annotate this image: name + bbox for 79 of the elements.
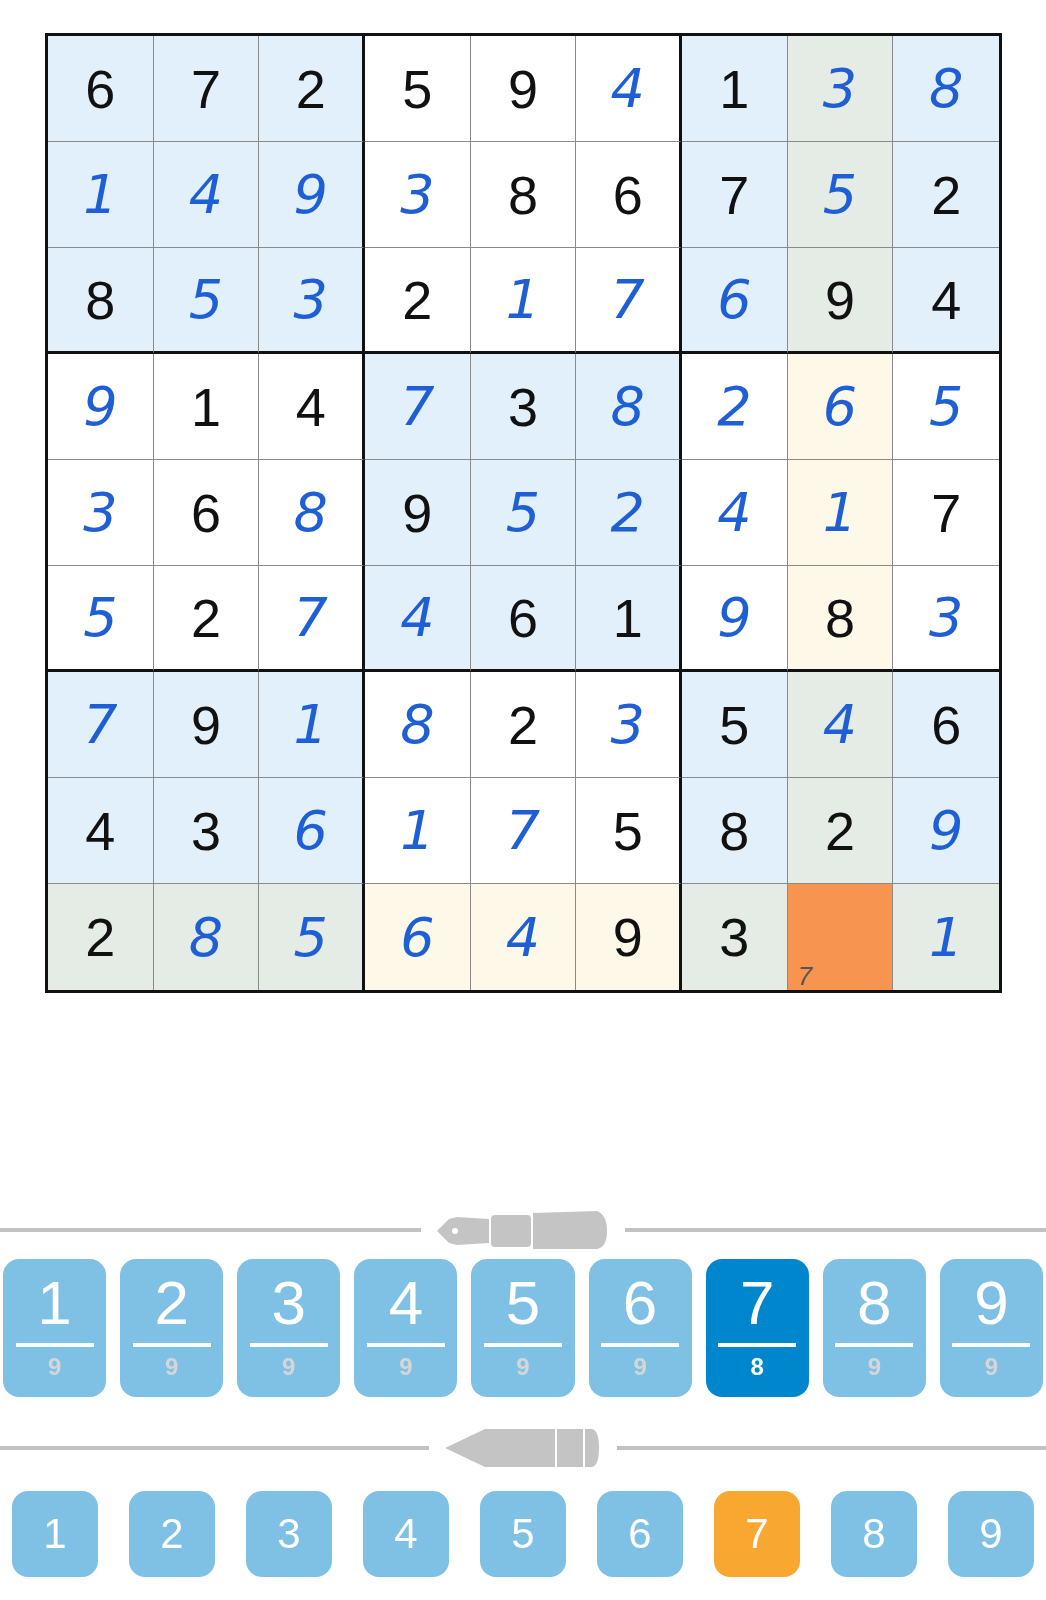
sudoku-cell[interactable]: 1 — [365, 778, 471, 884]
sudoku-cell[interactable]: 5 — [48, 566, 154, 672]
sudoku-cell[interactable]: 6 — [893, 672, 999, 778]
sudoku-cell[interactable]: 2 — [470, 672, 577, 778]
sudoku-cell[interactable]: 6 — [365, 884, 471, 990]
sudoku-cell[interactable]: 5 — [365, 36, 471, 142]
sudoku-cell[interactable]: 4 — [153, 142, 260, 248]
sudoku-cell[interactable]: 5 — [259, 884, 365, 990]
sudoku-cell[interactable]: 7 — [576, 248, 682, 354]
sudoku-cell[interactable]: 8 — [893, 36, 999, 142]
sudoku-cell[interactable]: 3 — [470, 354, 577, 460]
sudoku-cell[interactable]: 9 — [787, 248, 894, 354]
sudoku-cell[interactable]: 8 — [682, 778, 788, 884]
sudoku-cell[interactable]: 9 — [48, 354, 154, 460]
sudoku-cell[interactable]: 2 — [787, 778, 894, 884]
sudoku-cell[interactable]: 4 — [365, 566, 471, 672]
sudoku-cell[interactable]: 5 — [787, 142, 894, 248]
sudoku-cell[interactable]: 4 — [48, 778, 154, 884]
sudoku-cell[interactable]: 6 — [787, 354, 894, 460]
sudoku-cell[interactable]: 7 — [787, 884, 894, 990]
sudoku-cell[interactable]: 9 — [682, 566, 788, 672]
sudoku-cell[interactable]: 7 — [259, 566, 365, 672]
sudoku-cell[interactable]: 6 — [682, 248, 788, 354]
sudoku-cell[interactable]: 4 — [576, 36, 682, 142]
sudoku-cell[interactable]: 9 — [365, 460, 471, 566]
sudoku-cell[interactable]: 3 — [153, 778, 260, 884]
sudoku-cell[interactable]: 7 — [470, 778, 577, 884]
sudoku-cell[interactable]: 3 — [259, 248, 365, 354]
sudoku-cell[interactable]: 9 — [470, 36, 577, 142]
sudoku-cell[interactable]: 2 — [153, 566, 260, 672]
sudoku-cell[interactable]: 2 — [365, 248, 471, 354]
sudoku-cell[interactable]: 5 — [153, 248, 260, 354]
sudoku-cell[interactable]: 1 — [576, 566, 682, 672]
sudoku-cell[interactable]: 1 — [470, 248, 577, 354]
sudoku-cell[interactable]: 3 — [365, 142, 471, 248]
sudoku-cell[interactable]: 6 — [259, 778, 365, 884]
sudoku-cell[interactable]: 7 — [153, 36, 260, 142]
sudoku-cell[interactable]: 1 — [787, 460, 894, 566]
sudoku-cell[interactable]: 4 — [682, 460, 788, 566]
sudoku-cell[interactable]: 3 — [576, 672, 682, 778]
sudoku-cell[interactable]: 6 — [470, 566, 577, 672]
sudoku-cell[interactable]: 3 — [787, 36, 894, 142]
sudoku-cell[interactable]: 8 — [153, 884, 260, 990]
sudoku-cell[interactable]: 2 — [682, 354, 788, 460]
sudoku-cell[interactable]: 4 — [259, 354, 365, 460]
sudoku-cell[interactable]: 1 — [153, 354, 260, 460]
sudoku-cell[interactable]: 2 — [259, 36, 365, 142]
sudoku-cell[interactable]: 8 — [787, 566, 894, 672]
sudoku-cell[interactable]: 2 — [576, 460, 682, 566]
sudoku-cell[interactable]: 1 — [893, 884, 999, 990]
sudoku-cell[interactable]: 2 — [48, 884, 154, 990]
sudoku-cell[interactable]: 8 — [470, 142, 577, 248]
digit-button[interactable]: 7 8 — [705, 1259, 809, 1397]
sudoku-cell[interactable]: 3 — [682, 884, 788, 990]
sudoku-cell[interactable]: 1 — [682, 36, 788, 142]
sudoku-cell[interactable]: 8 — [576, 354, 682, 460]
sudoku-cell[interactable]: 7 — [48, 672, 154, 778]
sudoku-cell[interactable]: 4 — [893, 248, 999, 354]
sudoku-cell[interactable]: 8 — [365, 672, 471, 778]
sudoku-cell[interactable]: 1 — [48, 142, 154, 248]
sudoku-cell[interactable]: 4 — [787, 672, 894, 778]
sudoku-cell[interactable]: 8 — [48, 248, 154, 354]
sudoku-cell[interactable]: 9 — [576, 884, 682, 990]
sudoku-cell[interactable]: 1 — [259, 672, 365, 778]
sudoku-cell[interactable]: 5 — [682, 672, 788, 778]
sudoku-cell[interactable]: 9 — [259, 142, 365, 248]
sudoku-cell[interactable]: 7 — [365, 354, 471, 460]
sudoku-cell[interactable]: 5 — [576, 778, 682, 884]
sudoku-cell[interactable]: 6 — [153, 460, 260, 566]
sudoku-cell[interactable]: 7 — [682, 142, 788, 248]
sudoku-cell[interactable]: 6 — [576, 142, 682, 248]
sudoku-cell[interactable]: 8 — [259, 460, 365, 566]
sudoku-cell[interactable]: 9 — [893, 778, 999, 884]
sudoku-cell[interactable]: 6 — [48, 36, 154, 142]
sudoku-cell[interactable]: 4 — [470, 884, 577, 990]
sudoku-cell[interactable]: 2 — [893, 142, 999, 248]
sudoku-cell[interactable]: 3 — [48, 460, 154, 566]
sudoku-cell[interactable]: 5 — [470, 460, 577, 566]
sudoku-cell[interactable]: 9 — [153, 672, 260, 778]
